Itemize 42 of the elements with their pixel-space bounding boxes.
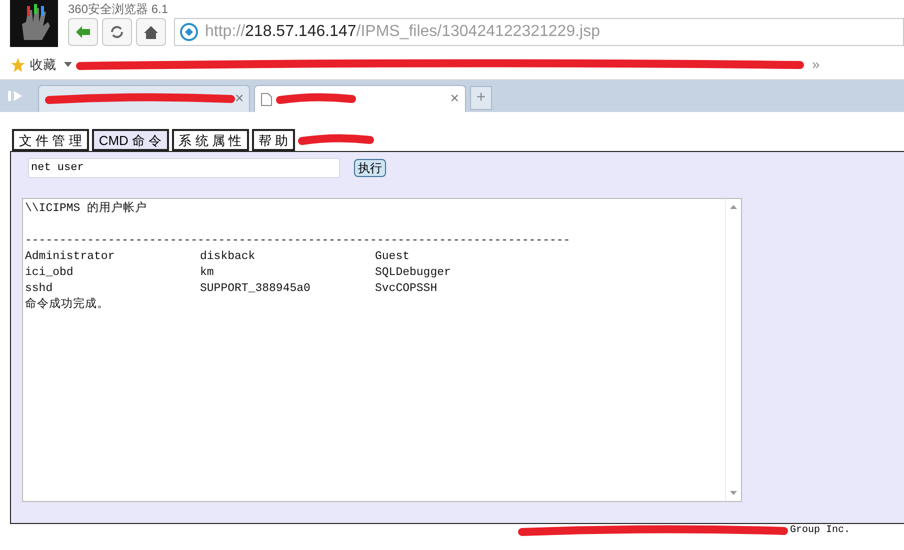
command-field[interactable]: net user xyxy=(28,158,340,178)
refresh-button[interactable] xyxy=(102,18,132,46)
close-tab-button[interactable]: × xyxy=(235,88,244,110)
menu-tab[interactable]: 文 件 管 理 xyxy=(12,129,89,151)
menu-tab[interactable]: 帮 助 xyxy=(252,129,296,151)
hand-logo-icon xyxy=(10,0,58,47)
output-cell-text: Guest xyxy=(375,249,411,265)
window-title: 360安全浏览器 6.1 xyxy=(68,1,170,17)
output-line: ------------------------------------------------------------------------------- xyxy=(25,233,572,249)
menu-tab[interactable]: 系 统 属 性 xyxy=(172,129,249,151)
back-arrow-icon xyxy=(75,25,91,39)
execute-button[interactable]: 执行 xyxy=(354,159,386,177)
close-tab-button[interactable]: × xyxy=(450,88,459,110)
output-cell-text: SUPPORT_388945a0 xyxy=(200,281,312,297)
output-cell-text: Administrator xyxy=(25,249,116,265)
output-cell-text: SQLDebugger xyxy=(375,265,452,281)
sidebar-toggle-icon xyxy=(8,89,24,103)
browser-tab[interactable]: × xyxy=(254,85,466,112)
output-line: \\ICIPMS 的用户帐户 xyxy=(25,201,148,217)
output-line: 命令成功完成。 xyxy=(25,297,110,313)
address-bar[interactable]: http://218.57.146.147/IPMS_files/130424122321229.jsp xyxy=(174,18,904,46)
page-icon xyxy=(261,92,272,106)
output-cell-text: ici_obd xyxy=(25,265,74,281)
globe-icon xyxy=(179,22,199,42)
refresh-icon xyxy=(109,24,125,40)
browser-tab[interactable]: × xyxy=(38,85,250,112)
bookmarks-label[interactable]: 收藏 xyxy=(30,54,56,74)
menu-tab[interactable]: CMD 命 令 xyxy=(92,129,169,151)
home-button[interactable] xyxy=(136,18,166,46)
scroll-down-icon xyxy=(730,491,737,495)
caret-icon xyxy=(64,62,72,67)
output-cell-text: km xyxy=(200,265,215,281)
more-bookmarks-button[interactable]: » xyxy=(812,54,820,75)
star-icon xyxy=(10,56,26,72)
scroll-up-icon xyxy=(730,205,737,209)
home-icon xyxy=(143,24,159,40)
url-text: http://218.57.146.147/IPMS_files/130424122321229.jsp xyxy=(205,22,600,42)
output-cell-text: SvcCOPSSH xyxy=(375,281,438,297)
back-button[interactable] xyxy=(68,18,98,46)
copyright-text: Group Inc. xyxy=(790,524,850,538)
output-cell-text: sshd xyxy=(25,281,54,297)
output-cell-text: diskback xyxy=(200,249,256,265)
